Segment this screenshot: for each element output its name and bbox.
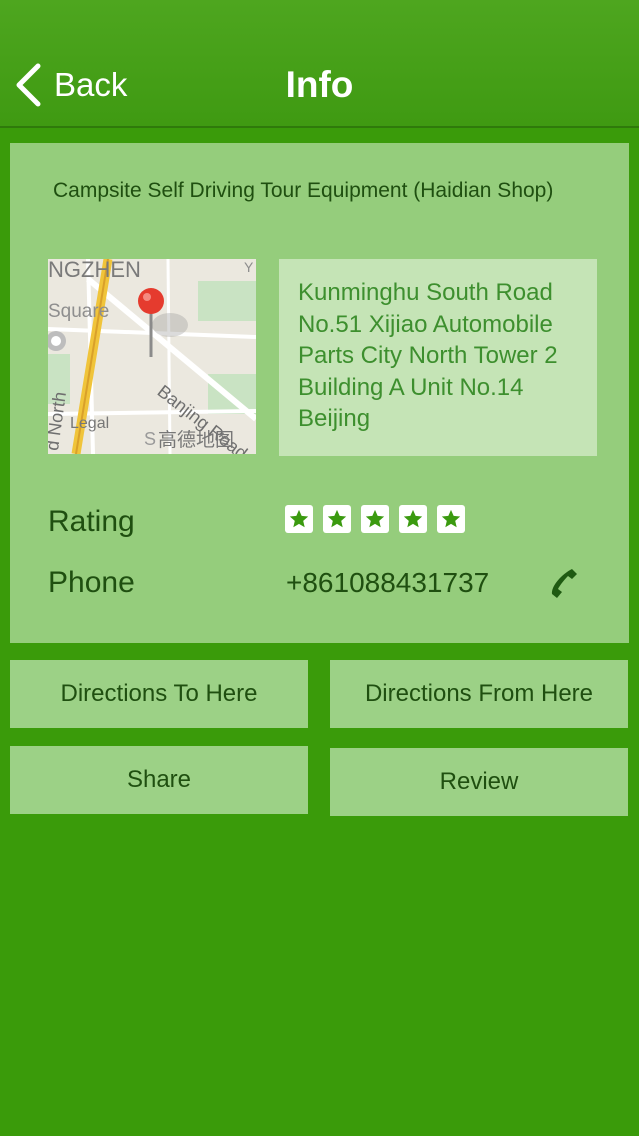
phone-label: Phone: [48, 566, 135, 599]
star-icon: [361, 505, 389, 533]
place-name: Campsite Self Driving Tour Equipment (Ha…: [53, 179, 554, 202]
star-icon: [399, 505, 427, 533]
star-icon: [323, 505, 351, 533]
page-title: Info: [285, 64, 354, 105]
map-provider-logo: 高德地图: [158, 430, 235, 451]
star-icon: [437, 505, 465, 533]
phone-number[interactable]: +861088431737: [286, 567, 489, 599]
address-box: Kunminghu South Road No.51 Xijiao Automo…: [279, 259, 597, 456]
map-label-y: Y: [244, 259, 254, 275]
navigation-bar: Back Info: [0, 0, 639, 128]
star-icon: [285, 505, 313, 533]
phone-icon[interactable]: [546, 566, 582, 602]
rating-stars: [285, 505, 475, 533]
directions-to-here-button[interactable]: Directions To Here: [10, 660, 308, 728]
place-info-card: Campsite Self Driving Tour Equipment (Ha…: [10, 143, 629, 643]
rating-label: Rating: [48, 505, 135, 538]
map-label-square: Square: [48, 301, 110, 322]
directions-from-here-button[interactable]: Directions From Here: [330, 660, 628, 728]
review-button[interactable]: Review: [330, 748, 628, 816]
map-legal-link[interactable]: Legal: [70, 415, 109, 433]
map-label-s: S: [144, 429, 157, 449]
share-button[interactable]: Share: [10, 746, 308, 814]
address-text: Kunminghu South Road No.51 Xijiao Automo…: [298, 279, 558, 432]
map-thumbnail[interactable]: NGZHEN Y Square Banjing Road d North Leg…: [48, 259, 256, 454]
map-label-district: NGZHEN: [48, 259, 141, 282]
